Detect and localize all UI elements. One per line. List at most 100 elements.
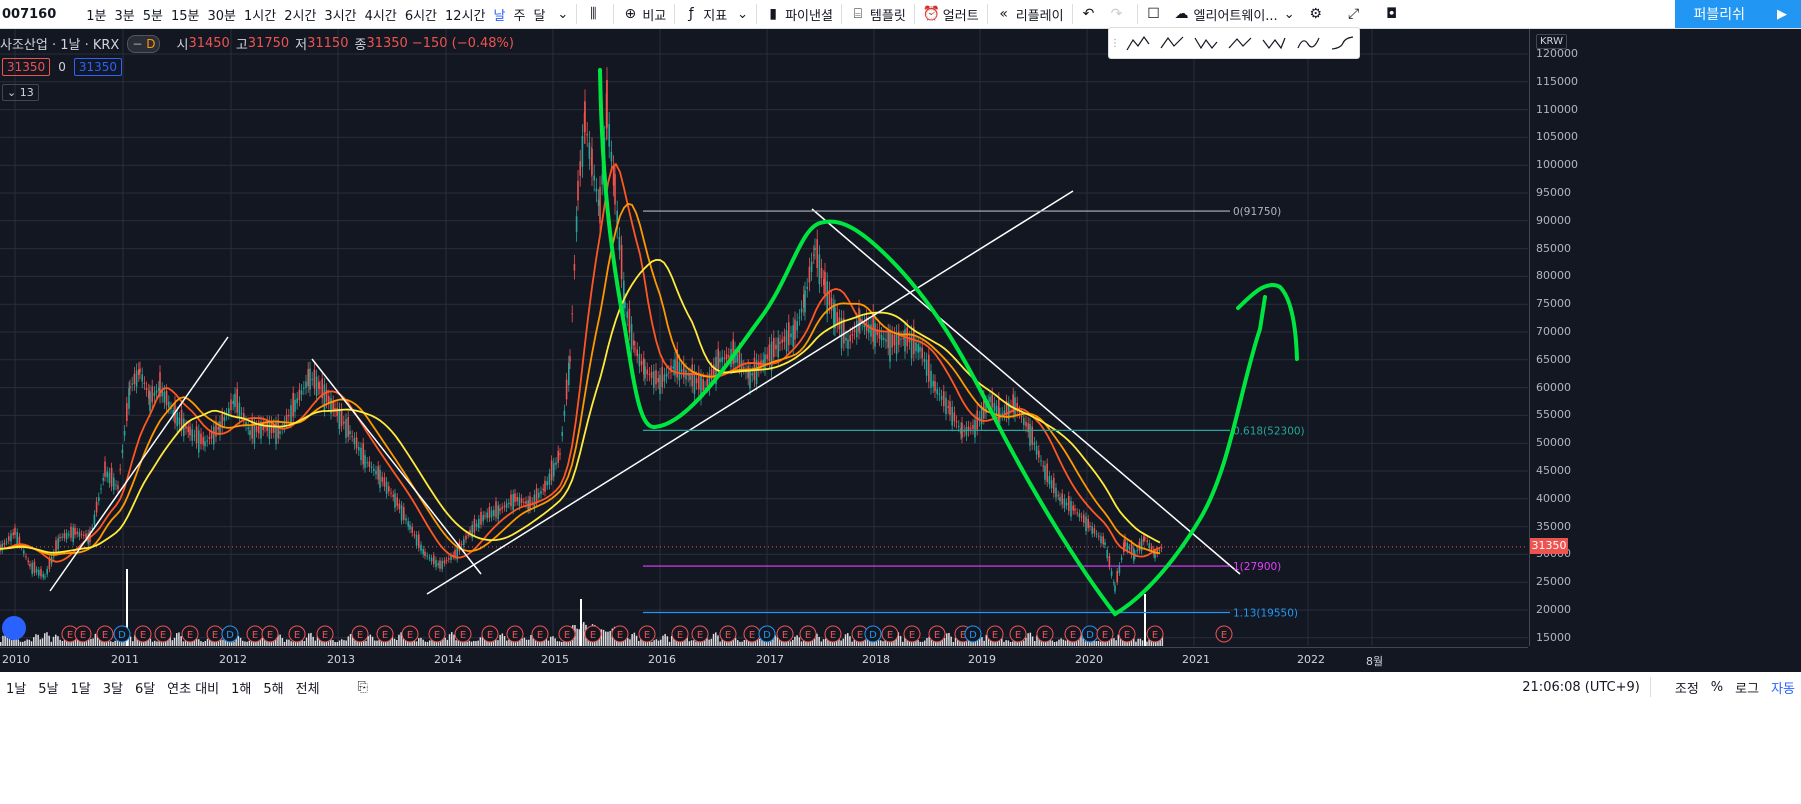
interval-11[interactable]: 날 <box>490 5 510 24</box>
elliott-triangle-tool[interactable] <box>1189 29 1223 57</box>
undo-button[interactable]: ↶ <box>1077 0 1105 28</box>
redo-button[interactable]: ↷ <box>1105 0 1133 28</box>
candle-body <box>568 362 570 386</box>
interval-4[interactable]: 30분 <box>204 5 241 24</box>
interval-6[interactable]: 2시간 <box>280 5 320 24</box>
divider <box>674 4 676 24</box>
adjust-toggle[interactable]: 조정 <box>1669 672 1705 702</box>
candle-body <box>535 488 538 503</box>
candle-body <box>484 515 486 517</box>
interval-9[interactable]: 6시간 <box>401 5 441 24</box>
chevron-down-icon[interactable]: ⌄ <box>553 0 572 28</box>
publish-button[interactable]: 퍼블리쉬 <box>1675 0 1763 28</box>
interval-1[interactable]: 3분 <box>111 5 139 24</box>
candle-body <box>702 379 704 391</box>
candle-body <box>917 344 919 353</box>
elliott-triple-combo-tool[interactable] <box>1257 29 1291 57</box>
replay-button[interactable]: « 리플레이 <box>992 0 1068 28</box>
chevron-down-icon[interactable]: ⌄ <box>737 7 748 22</box>
candle-body <box>16 532 18 546</box>
range-6[interactable]: 1해 <box>225 672 257 702</box>
play-button[interactable]: ▶ <box>1763 0 1801 28</box>
indicators-toggle[interactable]: ⌄ 13 <box>2 84 39 101</box>
volume-bar <box>171 640 174 646</box>
interval-8[interactable]: 4시간 <box>361 5 401 24</box>
price-scale[interactable]: 120000 115000 110000 105000 100000 95000 90000… <box>1529 29 1801 646</box>
interval-7[interactable]: 3시간 <box>320 5 360 24</box>
candle-body <box>480 511 482 525</box>
range-0[interactable]: 1날 <box>0 672 32 702</box>
candle-style-button[interactable]: ⫼ <box>581 0 609 28</box>
candle-body <box>1160 547 1163 549</box>
candle-body <box>353 437 356 445</box>
visibility-toggle[interactable]: − D <box>127 34 161 53</box>
log-toggle[interactable]: 로그 <box>1729 672 1765 702</box>
candle-body <box>510 494 512 507</box>
volume-bar <box>420 637 422 646</box>
volume-bar <box>2 635 4 646</box>
elliott-correction-tool[interactable] <box>1155 29 1189 57</box>
volume-bar <box>506 640 508 646</box>
percent-toggle[interactable]: % <box>1705 672 1729 702</box>
interval-13[interactable]: 달 <box>529 5 549 24</box>
cyclic-lines-tool[interactable] <box>1291 29 1325 57</box>
interval-3[interactable]: 15분 <box>167 5 204 24</box>
curve-tool[interactable] <box>1325 29 1359 57</box>
time-axis[interactable]: 2010 2011 2012 2013 2014 2015 2016 2017 2018 2019… <box>0 647 1528 672</box>
volume-bar <box>239 637 242 646</box>
candle-body <box>595 188 598 192</box>
compare-button[interactable]: ⊕ 비교 <box>618 0 670 28</box>
templates-button[interactable]: ⌸ 템플릿 <box>846 0 910 28</box>
candle-body <box>1050 480 1053 489</box>
volume-bar <box>470 641 473 646</box>
redo-icon: ↷ <box>1110 6 1123 22</box>
candle-body <box>217 427 219 430</box>
volume-bar <box>1141 640 1144 646</box>
bid-price[interactable]: 31350 <box>2 58 51 76</box>
elliott-impulse-tool[interactable] <box>1121 29 1155 57</box>
interval-2[interactable]: 5분 <box>139 5 167 24</box>
candle-body <box>1148 543 1151 549</box>
chart-pane[interactable]: EEEDEEEEDEEEEEEEEEEEEEEEEEEEEDEEEEDEEEED… <box>0 29 1528 646</box>
divider <box>576 4 578 24</box>
interval-10[interactable]: 12시간 <box>441 5 489 24</box>
interval-12[interactable]: 주 <box>509 5 529 24</box>
candle-body <box>467 534 469 536</box>
snapshot-button[interactable]: ◘ <box>1375 0 1413 28</box>
goto-date-button[interactable]: ⎘ <box>352 672 374 702</box>
range-7[interactable]: 5해 <box>257 672 289 702</box>
currency-label[interactable]: KRW <box>1536 34 1567 49</box>
candle-body <box>847 339 849 349</box>
range-8[interactable]: 전체 <box>290 672 326 702</box>
ask-price[interactable]: 31350 <box>73 58 123 76</box>
volume-bar <box>820 641 823 646</box>
drag-handle-icon[interactable]: ⋮ <box>1109 29 1121 57</box>
financials-button[interactable]: ▮ 파이낸셜 <box>761 0 837 28</box>
volume-bar <box>965 641 968 646</box>
auto-toggle[interactable]: 자동 <box>1765 672 1801 702</box>
candle-body <box>685 369 687 380</box>
settings-button[interactable]: ⚙ <box>1299 0 1337 28</box>
candle-body <box>891 333 893 348</box>
indicators-button[interactable]: ƒ 지표 ⌄ <box>679 0 752 28</box>
range-3[interactable]: 3달 <box>97 672 129 702</box>
candle-body <box>618 236 621 251</box>
symbol-search[interactable]: 007160 <box>0 0 78 28</box>
interval-0[interactable]: 1분 <box>82 5 110 24</box>
elliott-double-combo-tool[interactable] <box>1223 29 1257 57</box>
fullscreen-layout-button[interactable]: ☐ <box>1142 0 1170 28</box>
alerts-button[interactable]: ⏰ 얼러트 <box>919 0 983 28</box>
range-4[interactable]: 6달 <box>129 672 161 702</box>
candle-body <box>59 536 61 539</box>
layout-menu[interactable]: ☁ 엘리어트웨이... ⌄ <box>1170 0 1299 28</box>
interval-5[interactable]: 1시간 <box>240 5 280 24</box>
volume-bar <box>345 640 347 646</box>
candle-body <box>351 436 353 438</box>
range-1[interactable]: 5날 <box>32 672 64 702</box>
fullscreen-button[interactable]: ⤢ <box>1337 0 1375 28</box>
range-2[interactable]: 1달 <box>64 672 96 702</box>
price-chart[interactable]: EEEDEEEEDEEEEEEEEEEEEEEEEEEEEDEEEEDEEEED… <box>0 29 1528 646</box>
clock[interactable]: 21:06:08 (UTC+9) <box>1516 672 1646 702</box>
range-5[interactable]: 연초 대비 <box>161 672 225 702</box>
chevron-down-icon[interactable]: ⌄ <box>1284 7 1295 22</box>
